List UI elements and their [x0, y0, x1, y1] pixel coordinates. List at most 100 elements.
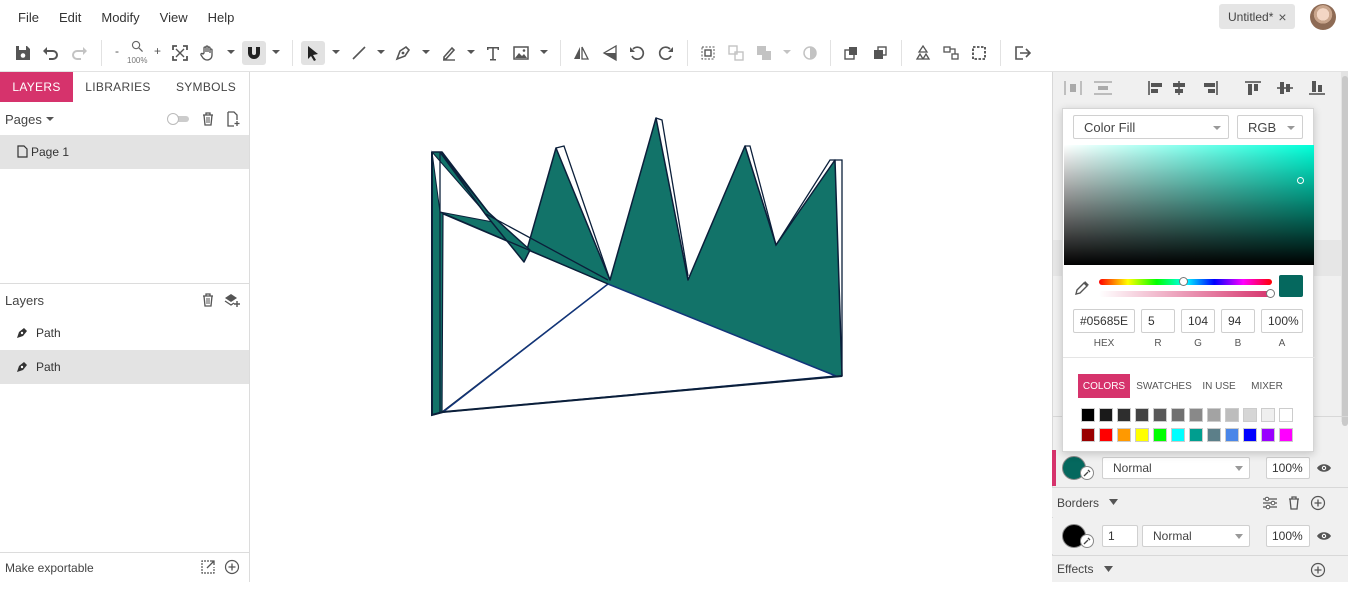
- menu-edit[interactable]: Edit: [49, 10, 91, 25]
- page-item[interactable]: Page 1: [0, 135, 249, 169]
- close-document-icon[interactable]: ×: [1278, 9, 1286, 25]
- add-circle-icon[interactable]: [1310, 562, 1326, 578]
- chevron-down-icon[interactable]: [421, 47, 431, 57]
- chevron-down-icon[interactable]: [1109, 499, 1118, 506]
- fill-type-select[interactable]: Color Fill: [1073, 115, 1229, 139]
- chevron-down-icon[interactable]: [1104, 566, 1113, 573]
- add-layer-icon[interactable]: [224, 292, 240, 308]
- hue-slider-handle[interactable]: [1179, 277, 1188, 286]
- border-opacity-input[interactable]: 100%: [1266, 525, 1310, 547]
- hex-input[interactable]: #05685E: [1073, 309, 1135, 333]
- eyedropper-icon[interactable]: [1073, 279, 1091, 297]
- border-width-input[interactable]: 1: [1102, 525, 1138, 547]
- rotate-right-icon[interactable]: [654, 41, 678, 65]
- redo-icon[interactable]: [67, 41, 91, 65]
- color-swatch[interactable]: [1225, 428, 1239, 442]
- eyedropper-icon[interactable]: [1080, 534, 1094, 548]
- chevron-down-icon[interactable]: [466, 47, 476, 57]
- bring-forward-icon[interactable]: [839, 41, 863, 65]
- align-bottom-icon[interactable]: [1307, 80, 1327, 96]
- line-tool-icon[interactable]: [347, 41, 371, 65]
- color-swatch[interactable]: [1135, 408, 1149, 422]
- saturation-handle[interactable]: [1297, 177, 1304, 184]
- document-tab[interactable]: Untitled* ×: [1219, 4, 1295, 29]
- flip-horizontal-icon[interactable]: [569, 41, 593, 65]
- zoom-icon[interactable]: [126, 38, 148, 54]
- green-input[interactable]: 104: [1181, 309, 1215, 333]
- components-icon[interactable]: [939, 41, 963, 65]
- color-swatch[interactable]: [1261, 408, 1275, 422]
- layer-item-selected[interactable]: Path: [0, 350, 249, 384]
- snap-magnet-icon[interactable]: [242, 41, 266, 65]
- chevron-down-icon[interactable]: [539, 47, 549, 57]
- trash-icon[interactable]: [200, 111, 216, 127]
- ungroup-icon[interactable]: [724, 41, 748, 65]
- menu-file[interactable]: File: [8, 10, 49, 25]
- eye-icon[interactable]: [1316, 530, 1332, 542]
- eyedropper-icon[interactable]: [1080, 466, 1094, 480]
- tab-swatches[interactable]: SWATCHES: [1135, 374, 1193, 398]
- color-swatch[interactable]: [1225, 408, 1239, 422]
- tab-mixer[interactable]: MIXER: [1247, 374, 1287, 398]
- avatar[interactable]: [1310, 4, 1336, 30]
- layer-item[interactable]: Path: [0, 316, 249, 350]
- color-swatch[interactable]: [1117, 408, 1131, 422]
- chevron-down-icon[interactable]: [45, 114, 55, 124]
- undo-icon[interactable]: [39, 41, 63, 65]
- hand-tool-icon[interactable]: [196, 41, 220, 65]
- color-model-select[interactable]: RGB: [1237, 115, 1303, 139]
- save-icon[interactable]: [11, 41, 35, 65]
- align-left-icon[interactable]: [1146, 80, 1166, 96]
- color-swatch[interactable]: [1099, 428, 1113, 442]
- align-top-icon[interactable]: [1243, 80, 1263, 96]
- add-circle-icon[interactable]: [1310, 495, 1326, 511]
- color-swatch[interactable]: [1135, 428, 1149, 442]
- pencil-tool-icon[interactable]: [437, 41, 461, 65]
- flip-vertical-icon[interactable]: [598, 41, 622, 65]
- boolean-union-icon[interactable]: [752, 41, 776, 65]
- mask-icon[interactable]: [798, 41, 822, 65]
- color-swatch[interactable]: [1207, 408, 1221, 422]
- chevron-down-icon[interactable]: [782, 47, 792, 57]
- tab-libraries[interactable]: LIBRARIES: [73, 72, 163, 102]
- send-backward-icon[interactable]: [868, 41, 892, 65]
- add-circle-icon[interactable]: [224, 559, 240, 575]
- pages-toggle[interactable]: [167, 113, 191, 125]
- color-swatch[interactable]: [1189, 428, 1203, 442]
- eye-icon[interactable]: [1316, 462, 1332, 474]
- align-center-icon[interactable]: [1169, 80, 1189, 96]
- chevron-down-icon[interactable]: [376, 47, 386, 57]
- color-swatch[interactable]: [1171, 408, 1185, 422]
- menu-view[interactable]: View: [150, 10, 198, 25]
- border-settings-icon[interactable]: [1262, 495, 1278, 511]
- red-input[interactable]: 5: [1141, 309, 1175, 333]
- color-swatch[interactable]: [1099, 408, 1113, 422]
- color-swatch[interactable]: [1153, 428, 1167, 442]
- align-right-icon[interactable]: [1200, 80, 1220, 96]
- tab-layers[interactable]: LAYERS: [0, 72, 73, 102]
- color-swatch[interactable]: [1081, 408, 1095, 422]
- color-swatch[interactable]: [1153, 408, 1167, 422]
- color-swatch[interactable]: [1243, 408, 1257, 422]
- tab-symbols[interactable]: SYMBOLS: [163, 72, 249, 102]
- color-swatch[interactable]: [1279, 428, 1293, 442]
- distribute-vertical-icon[interactable]: [1093, 80, 1113, 96]
- tab-in-use[interactable]: IN USE: [1201, 374, 1237, 398]
- canvas[interactable]: [250, 72, 1052, 582]
- recycle-icon[interactable]: [911, 41, 935, 65]
- color-swatch[interactable]: [1171, 428, 1185, 442]
- group-icon[interactable]: [696, 41, 720, 65]
- trash-icon[interactable]: [200, 292, 216, 308]
- color-swatch[interactable]: [1261, 428, 1275, 442]
- blue-input[interactable]: 94: [1221, 309, 1255, 333]
- export-icon[interactable]: [1010, 41, 1034, 65]
- zoom-out-button[interactable]: -: [115, 44, 119, 58]
- border-blend-select[interactable]: Normal: [1142, 525, 1250, 547]
- saturation-value-area[interactable]: [1064, 145, 1314, 265]
- alpha-slider-handle[interactable]: [1266, 289, 1275, 298]
- fill-blend-select[interactable]: Normal: [1102, 457, 1250, 479]
- chevron-down-icon[interactable]: [331, 47, 341, 57]
- tab-colors[interactable]: COLORS: [1078, 374, 1130, 398]
- color-swatch[interactable]: [1243, 428, 1257, 442]
- trash-icon[interactable]: [1286, 495, 1302, 511]
